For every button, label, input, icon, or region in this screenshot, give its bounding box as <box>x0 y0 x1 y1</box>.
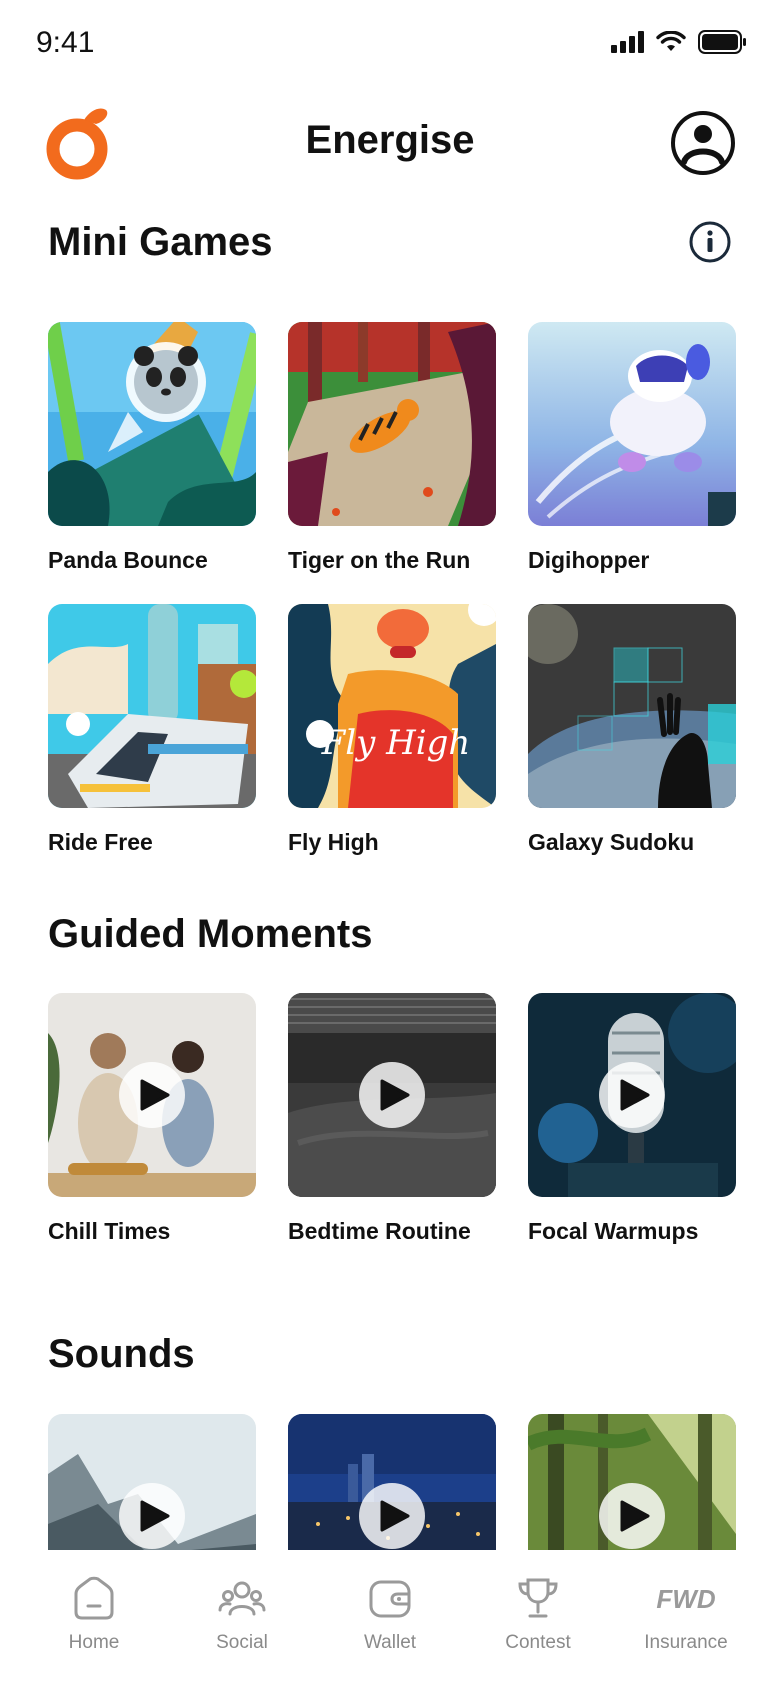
trophy-icon <box>518 1578 558 1618</box>
play-icon <box>140 1500 169 1532</box>
nav-label: Home <box>68 1632 120 1653</box>
play-icon <box>380 1500 409 1532</box>
chill-times-thumbnail <box>48 993 256 1197</box>
app-header: Energise <box>0 100 780 190</box>
game-card-label: Galaxy Sudoku <box>528 829 695 855</box>
nav-label: Insurance <box>644 1632 728 1653</box>
play-icon <box>620 1079 649 1111</box>
game-card-digihopper[interactable]: Digihopper <box>528 322 736 576</box>
play-button[interactable] <box>119 1062 185 1128</box>
page-title: Energise <box>305 118 475 162</box>
mini-games-heading: Mini Games <box>48 220 273 264</box>
game-card-tiger-on-the-run[interactable]: Tiger on the Run <box>288 322 496 576</box>
digihopper-thumbnail <box>528 322 736 526</box>
nav-label: Contest <box>505 1632 571 1653</box>
wallet-icon <box>369 1580 411 1618</box>
game-card-panda-bounce[interactable]: Panda Bounce <box>48 322 256 576</box>
nav-item-insurance[interactable]: FWD Insurance <box>626 1574 746 1688</box>
nav-item-social[interactable]: Social <box>182 1574 302 1688</box>
status-time: 9:41 <box>36 26 95 59</box>
wifi-icon <box>656 31 686 51</box>
guided-card-focal-warmups[interactable]: Focal Warmups <box>528 993 736 1247</box>
game-card-galaxy-sudoku[interactable]: Galaxy Sudoku <box>528 604 736 858</box>
galaxy-sudoku-thumbnail <box>528 604 736 808</box>
mountains-thumbnail <box>48 1414 256 1550</box>
game-card-label: Digihopper <box>528 547 650 573</box>
guided-card-label: Chill Times <box>48 1218 171 1244</box>
profile-icon[interactable] <box>670 110 736 176</box>
guided-card-chill-times[interactable]: Chill Times <box>48 993 256 1247</box>
sounds-row <box>48 1414 738 1550</box>
play-icon <box>140 1079 169 1111</box>
mini-games-grid: Panda Bounce Tiger on the Run Digihopper… <box>48 322 738 858</box>
forest-thumbnail <box>528 1414 736 1550</box>
guided-moments-grid: Chill Times Bedtime Routine Focal Warmup… <box>48 993 738 1247</box>
fly-high-thumbnail: Fly High <box>288 604 496 808</box>
game-card-label: Fly High <box>288 829 379 855</box>
nav-label: Social <box>216 1632 268 1653</box>
focal-warmups-thumbnail <box>528 993 736 1197</box>
home-icon <box>74 1576 114 1620</box>
play-button[interactable] <box>119 1483 185 1549</box>
game-card-label: Panda Bounce <box>48 547 208 573</box>
nav-item-contest[interactable]: Contest <box>478 1574 598 1688</box>
nav-item-home[interactable]: Home <box>34 1574 154 1688</box>
play-icon <box>380 1079 409 1111</box>
tiger-on-the-run-thumbnail <box>288 322 496 526</box>
social-icon <box>218 1581 266 1616</box>
city-night-thumbnail <box>288 1414 496 1550</box>
game-card-label: Ride Free <box>48 829 153 855</box>
guided-card-bedtime-routine[interactable]: Bedtime Routine <box>288 993 496 1247</box>
play-button[interactable] <box>359 1483 425 1549</box>
info-icon[interactable] <box>688 220 732 264</box>
game-card-fly-high[interactable]: Fly High Fly High <box>288 604 496 858</box>
guided-card-label: Focal Warmups <box>528 1218 699 1244</box>
nav-label: Wallet <box>363 1632 417 1653</box>
play-icon <box>620 1500 649 1532</box>
sound-card-forest[interactable] <box>528 1414 736 1550</box>
play-button[interactable] <box>599 1062 665 1128</box>
ride-free-thumbnail <box>48 604 256 808</box>
bedtime-routine-thumbnail <box>288 993 496 1197</box>
game-card-label: Tiger on the Run <box>288 547 471 573</box>
sound-card-mountains[interactable] <box>48 1414 256 1550</box>
panda-bounce-thumbnail <box>48 322 256 526</box>
guided-card-label: Bedtime Routine <box>288 1218 471 1244</box>
bottom-navigation: Home Social Wallet Contest FWD Insurance <box>0 1550 780 1688</box>
fwd-logo-icon: FWD <box>656 1584 715 1614</box>
sound-card-city-night[interactable] <box>288 1414 496 1550</box>
cellular-signal-icon <box>611 31 644 53</box>
battery-icon <box>698 30 746 54</box>
game-card-ride-free[interactable]: Ride Free <box>48 604 256 858</box>
nav-item-wallet[interactable]: Wallet <box>330 1574 450 1688</box>
play-button[interactable] <box>359 1062 425 1128</box>
guided-moments-heading: Guided Moments <box>48 912 373 956</box>
play-button[interactable] <box>599 1483 665 1549</box>
sounds-grid <box>48 1414 738 1550</box>
status-bar: 9:41 <box>0 0 780 90</box>
fwd-logo-text: FWD <box>656 1584 715 1614</box>
status-icons <box>611 30 746 54</box>
sounds-heading: Sounds <box>48 1332 195 1376</box>
fly-high-artwork-text: Fly High <box>321 723 471 763</box>
